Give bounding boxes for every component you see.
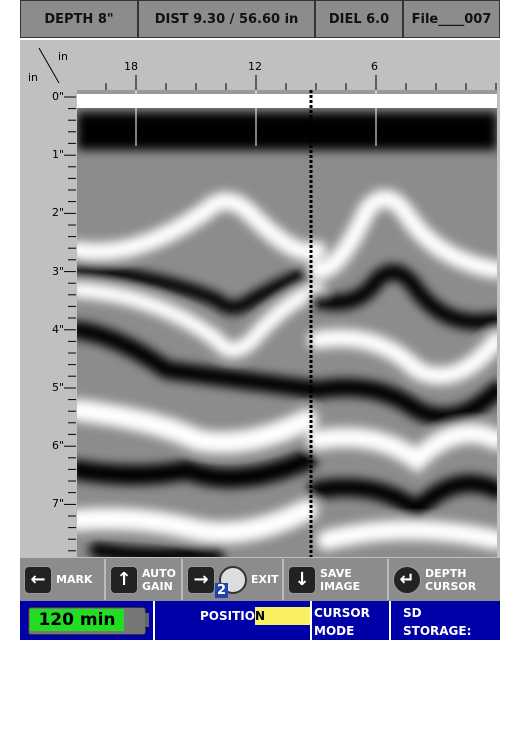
arrow-down-icon: ↓ [288,565,316,594]
x-unit-label: in [58,50,69,63]
button-label: EXIT [251,573,279,586]
y-tick-label: 4" [52,322,65,336]
status-bar: 120 min POSITIO N CURSOR MODE SD STORAGE:… [20,601,500,656]
radar-scan-image[interactable] [77,90,497,557]
x-tick-label: 12 [248,60,262,73]
y-tick-label: 6" [52,439,65,453]
y-unit-label: in [28,71,39,84]
button-label: AUTO GAIN [142,566,176,593]
x-tick-label: 18 [124,60,138,73]
y-tick-label: 1" [52,148,65,162]
x-tick-label: 6 [371,60,378,73]
y-tick-label: 0" [52,90,65,103]
arrow-left-icon: ← [24,565,52,594]
dielectric-display: DIEL 6.0 [315,0,403,38]
battery-level: 120 min [30,609,124,631]
position-field: POSITIO N [155,601,312,640]
file-display: File____007 [403,0,500,38]
button-label: MARK [56,573,93,586]
mark-button[interactable]: ← MARK [20,559,106,600]
depth-cursor-button[interactable]: ↵ DEPTH CURSOR [389,559,500,600]
y-tick-label: 2" [52,206,65,220]
distance-display: DIST 9.30 / 56.60 in [138,0,315,38]
y-tick-label: 5" [52,381,65,394]
button-label: SAVE IMAGE [320,566,361,593]
cursor-mode: CURSOR MODE [312,601,391,640]
save-image-button[interactable]: ↓ SAVE IMAGE [284,559,389,600]
arrow-up-icon: ↑ [110,565,138,594]
auto-gain-button[interactable]: ↑ AUTO GAIN [106,559,183,600]
y-tick-label: 3" [52,264,65,278]
arrow-right-icon: → [187,565,215,594]
depth-display: DEPTH 8" [20,0,138,38]
y-tick-label: 7" [52,497,65,511]
sd-storage: SD STORAGE: 5018 ft [403,606,472,656]
clock-icon: 2 [215,565,247,598]
exit-button[interactable]: → 2 EXIT [183,559,284,600]
battery-indicator: 120 min [20,601,155,640]
function-button-bar: ← MARK ↑ AUTO GAIN → 2 EXIT ↓ SAVE IMAGE ↵ DEPTH… [20,558,500,601]
enter-icon: ↵ [393,565,421,594]
button-label: DEPTH CURSOR [425,566,477,593]
